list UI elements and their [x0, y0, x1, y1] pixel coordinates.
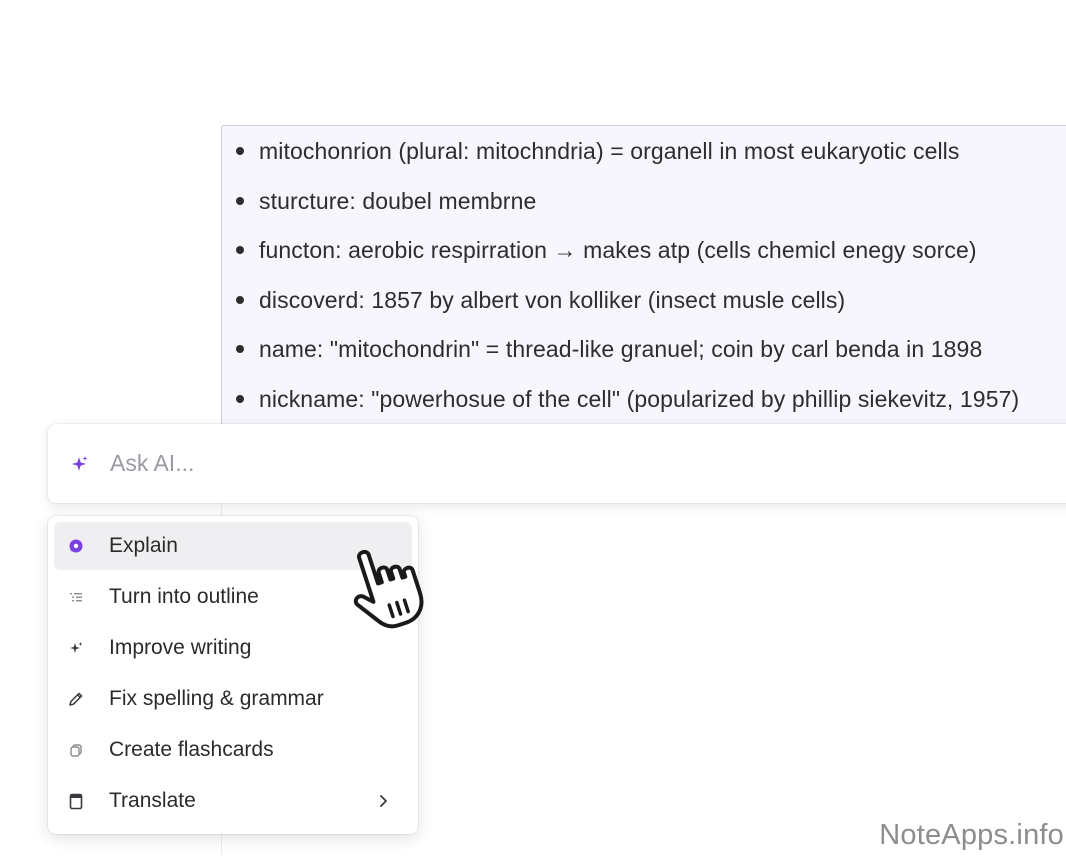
bullet-item[interactable]: sturcture: doubel membrne	[222, 186, 1066, 236]
bullet-dot	[236, 196, 244, 205]
menu-item-create-flashcards[interactable]: Create flashcards	[54, 726, 412, 774]
bullet-text: sturcture: doubel membrne	[259, 187, 537, 214]
menu-item-label: Fix spelling & grammar	[109, 687, 324, 710]
menu-item-label: Turn into outline	[109, 585, 259, 608]
selected-note-block[interactable]: mitochonrion (plural: mitochndria) = org…	[221, 125, 1066, 425]
bullet-dot	[236, 394, 244, 403]
menu-item-label: Improve writing	[109, 636, 252, 659]
ask-ai-bar[interactable]	[48, 424, 1066, 503]
book-icon	[66, 791, 86, 811]
menu-item-label: Explain	[109, 534, 178, 557]
bullet-dot	[236, 147, 244, 155]
flashcards-icon	[66, 740, 86, 760]
bullet-text: discoverd: 1857 by albert von kolliker (…	[259, 286, 846, 313]
menu-item-turn-into-outline[interactable]: Turn into outline	[54, 573, 412, 621]
bullet-text: mitochonrion (plural: mitochndria) = org…	[259, 138, 960, 164]
bullet-dot	[236, 246, 244, 254]
bullet-item[interactable]: discoverd: 1857 by albert von kolliker (…	[222, 285, 1066, 335]
bullet-text: nickname: "powerhosue of the cell" (popu…	[259, 385, 1020, 412]
bullet-dot	[236, 345, 244, 353]
outline-list-icon	[66, 587, 86, 607]
menu-item-label: Create flashcards	[109, 738, 274, 761]
bullet-text: functon: aerobic respirration → makes at…	[259, 237, 977, 263]
menu-item-fix-spelling[interactable]: Fix spelling & grammar	[54, 675, 412, 723]
ask-ai-input[interactable]	[110, 446, 1010, 480]
watermark-text: NoteApps.info	[879, 819, 1064, 851]
pencil-icon	[66, 689, 86, 709]
explain-bubble-icon	[66, 536, 86, 556]
sparkle-icon	[70, 454, 90, 474]
sparkle-icon	[66, 638, 86, 658]
chevron-right-icon	[378, 793, 390, 809]
bullet-text: name: "mitochondrin" = thread-like granu…	[259, 336, 983, 362]
menu-item-improve-writing[interactable]: Improve writing	[54, 624, 412, 672]
bullet-list: mitochonrion (plural: mitochndria) = org…	[222, 136, 1066, 433]
menu-item-explain[interactable]: Explain	[54, 522, 412, 570]
menu-item-translate[interactable]: Translate	[54, 777, 412, 825]
bullet-dot	[236, 295, 244, 304]
menu-item-label: Translate	[109, 789, 196, 812]
bullet-item[interactable]: functon: aerobic respirration → makes at…	[222, 235, 1066, 285]
bullet-item[interactable]: name: "mitochondrin" = thread-like granu…	[222, 334, 1066, 384]
ai-action-menu: Explain Turn into outline Improve writin…	[48, 516, 418, 834]
app-canvas: mitochonrion (plural: mitochndria) = org…	[0, 0, 1066, 856]
bullet-item[interactable]: mitochonrion (plural: mitochndria) = org…	[222, 136, 1066, 186]
